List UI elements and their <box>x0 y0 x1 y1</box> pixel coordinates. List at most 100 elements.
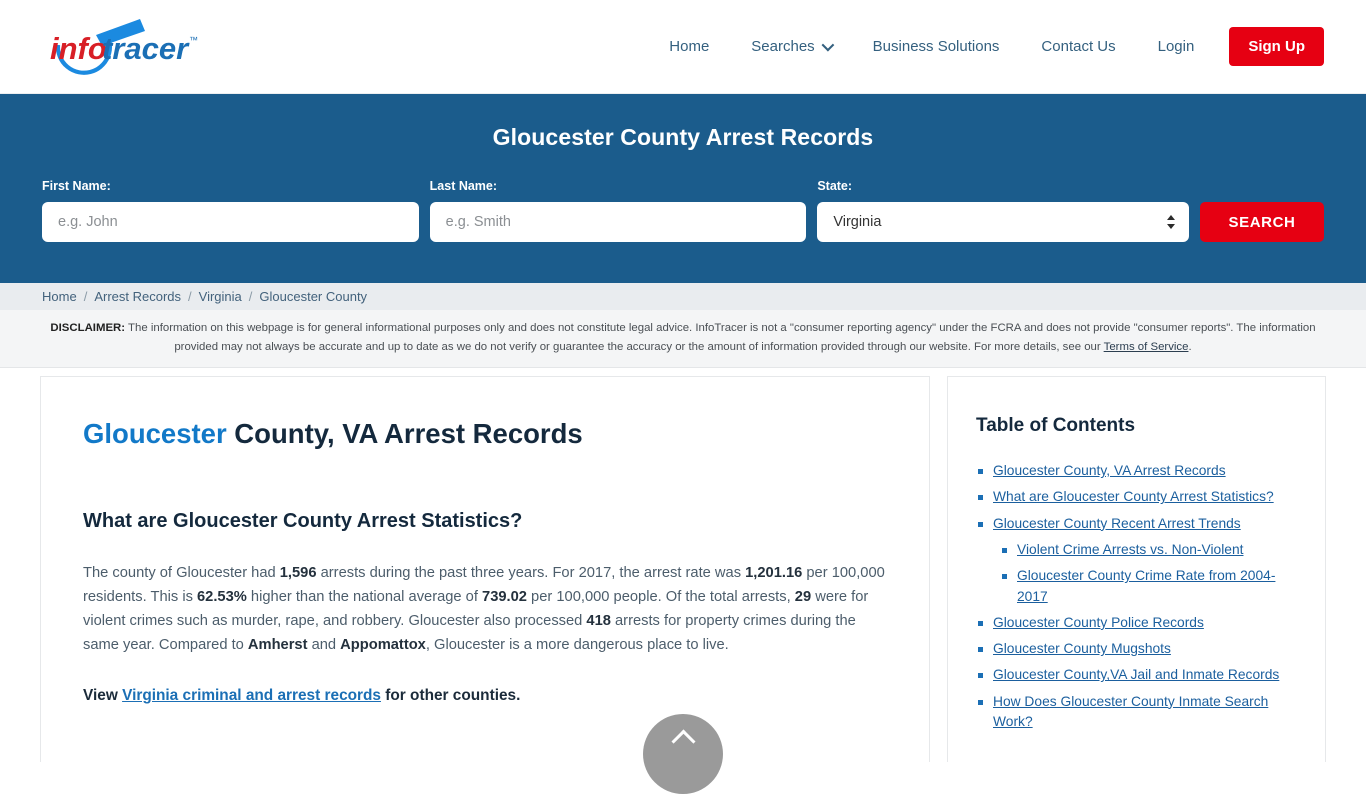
stat-value: 62.53% <box>197 588 247 605</box>
disclaimer-label: DISCLAIMER: <box>50 322 126 334</box>
breadcrumb-item-virginia[interactable]: Virginia <box>199 289 242 304</box>
breadcrumb-item-home[interactable]: Home <box>42 289 77 304</box>
breadcrumb-item-gloucester-county[interactable]: Gloucester County <box>259 289 367 304</box>
toc-link[interactable]: How Does Gloucester County Inmate Search… <box>993 692 1299 733</box>
breadcrumb-item-arrest-records[interactable]: Arrest Records <box>94 289 181 304</box>
toc-sub-item: Gloucester County Crime Rate from 2004-2… <box>976 566 1299 607</box>
first-name-field-group: First Name: <box>42 179 419 242</box>
toc-item: What are Gloucester County Arrest Statis… <box>976 487 1299 507</box>
stat-value: Appomattox <box>340 637 426 654</box>
list-item: Gloucester County Recent Arrest Trends <box>976 514 1299 534</box>
stat-text: per 100,000 people. Of the total arrests… <box>526 588 795 605</box>
svg-text:info: info <box>50 31 107 66</box>
stat-value: 739.02 <box>482 588 527 605</box>
nav-item-contact-us[interactable]: Contact Us <box>1020 30 1136 63</box>
nav-item-login[interactable]: Login <box>1137 30 1216 63</box>
list-item: Gloucester County Police Records <box>976 613 1299 633</box>
state-label: State: <box>817 179 853 193</box>
toc-link[interactable]: Gloucester County Mugshots <box>993 639 1171 659</box>
list-item: Gloucester County, VA Arrest Records <box>976 461 1299 481</box>
view-suffix: for other counties. <box>380 686 521 704</box>
first-name-label: First Name: <box>42 179 111 193</box>
toc-item: How Does Gloucester County Inmate Search… <box>976 692 1299 733</box>
toc-link[interactable]: Violent Crime Arrests vs. Non-Violent <box>1017 540 1243 560</box>
toc-item: Gloucester County, VA Arrest Records <box>976 461 1299 481</box>
svg-text:tracer: tracer <box>102 31 190 66</box>
square-bullet-icon <box>978 521 983 527</box>
toc-link[interactable]: Gloucester County Crime Rate from 2004-2… <box>1017 566 1299 607</box>
statistics-paragraph: The county of Gloucester had 1,596 arres… <box>83 561 887 658</box>
square-bullet-icon <box>978 469 983 475</box>
nav-item-label: Business Solutions <box>872 38 1000 55</box>
virginia-records-link[interactable]: Virginia criminal and arrest records <box>122 687 381 704</box>
breadcrumb-separator: / <box>188 289 192 304</box>
toc-item: Gloucester County Police Records <box>976 613 1299 633</box>
nav-item-label: Home <box>669 38 710 55</box>
square-bullet-icon <box>1002 574 1007 580</box>
stat-text: arrests during the past three years. For… <box>316 564 746 581</box>
sign-up-button[interactable]: Sign Up <box>1229 27 1324 66</box>
breadcrumb-separator: / <box>248 289 253 304</box>
toc-link[interactable]: Gloucester County,VA Jail and Inmate Rec… <box>993 665 1279 685</box>
breadcrumb-separator: / <box>83 289 88 304</box>
stat-text: and <box>307 637 341 654</box>
square-bullet-icon <box>1002 548 1007 553</box>
view-other-counties-line: View Virginia criminal and arrest record… <box>83 687 887 705</box>
list-item: Gloucester County Crime Rate from 2004-2… <box>976 566 1299 607</box>
stat-value: 418 <box>586 613 611 630</box>
nav-item-business-solutions[interactable]: Business Solutions <box>852 30 1021 63</box>
toc-link[interactable]: Gloucester County Police Records <box>993 613 1204 633</box>
toc-title: Table of Contents <box>976 415 1136 437</box>
stat-value: 1,596 <box>279 564 317 581</box>
toc-item: Gloucester County,VA Jail and Inmate Rec… <box>976 665 1299 685</box>
chevron-down-icon <box>821 38 834 52</box>
last-name-label: Last Name: <box>429 179 498 193</box>
toc-sub-item: Violent Crime Arrests vs. Non-Violent <box>976 540 1299 560</box>
list-item: How Does Gloucester County Inmate Search… <box>976 692 1299 733</box>
view-prefix: View <box>83 686 123 704</box>
infotracer-logo[interactable]: info tracer ™ <box>44 15 219 79</box>
toc-item: Gloucester County Mugshots <box>976 639 1299 659</box>
toc-link[interactable]: What are Gloucester County Arrest Statis… <box>993 487 1274 507</box>
nav-item-searches[interactable]: Searches <box>730 30 851 63</box>
state-field-group: State: Virginia <box>817 179 1189 242</box>
nav-item-label: Login <box>1157 38 1195 55</box>
stat-value: 29 <box>794 588 812 605</box>
article-heading-highlight: Gloucester <box>83 418 227 450</box>
nav-item-home[interactable]: Home <box>648 30 730 63</box>
stat-text: higher than the national average of <box>246 588 483 605</box>
square-bullet-icon <box>978 495 983 501</box>
square-bullet-icon <box>978 620 983 626</box>
stat-value: 1,201.16 <box>745 564 803 581</box>
list-item: What are Gloucester County Arrest Statis… <box>976 487 1299 507</box>
square-bullet-icon <box>978 673 983 679</box>
svg-text:™: ™ <box>189 35 198 45</box>
content-area: Gloucester County, VA Arrest Records Wha… <box>0 368 1366 794</box>
stat-value: Amherst <box>247 637 308 654</box>
disclaimer-banner: DISCLAIMER: The information on this webp… <box>0 310 1366 369</box>
breadcrumb: Home / Arrest Records / Virginia / Glouc… <box>0 283 1366 310</box>
main-content-card: Gloucester County, VA Arrest Records Wha… <box>40 376 930 763</box>
toc-link[interactable]: Gloucester County, VA Arrest Records <box>993 461 1226 481</box>
list-item: Violent Crime Arrests vs. Non-Violent <box>976 540 1299 560</box>
square-bullet-icon <box>978 699 983 705</box>
scroll-to-top-button[interactable] <box>643 714 723 794</box>
search-button[interactable]: SEARCH <box>1200 202 1324 242</box>
last-name-input[interactable] <box>429 202 807 242</box>
disclaimer-period: . <box>1188 340 1192 353</box>
square-bullet-icon <box>978 647 983 653</box>
search-hero-band: Gloucester County Arrest Records First N… <box>0 94 1366 283</box>
table-of-contents-card: Table of Contents Gloucester County, VA … <box>947 376 1326 763</box>
toc-list: Gloucester County, VA Arrest Records What… <box>976 461 1299 732</box>
section-heading-statistics: What are Gloucester County Arrest Statis… <box>83 509 523 532</box>
article-heading-rest: County, VA Arrest Records <box>226 418 583 450</box>
article-heading: Gloucester County, VA Arrest Records <box>83 417 887 451</box>
first-name-input[interactable] <box>42 202 419 242</box>
toc-link[interactable]: Gloucester County Recent Arrest Trends <box>993 514 1241 534</box>
page-title: Gloucester County Arrest Records <box>492 124 874 150</box>
search-form: First Name: Last Name: State: Virginia <box>42 179 1324 242</box>
main-navigation: Home Searches Business Solutions Contact… <box>648 27 1324 66</box>
state-select[interactable]: Virginia <box>817 202 1189 242</box>
site-header: info tracer ™ Home Searches Business Sol… <box>0 0 1366 94</box>
terms-of-service-link[interactable]: Terms of Service <box>1104 341 1189 353</box>
